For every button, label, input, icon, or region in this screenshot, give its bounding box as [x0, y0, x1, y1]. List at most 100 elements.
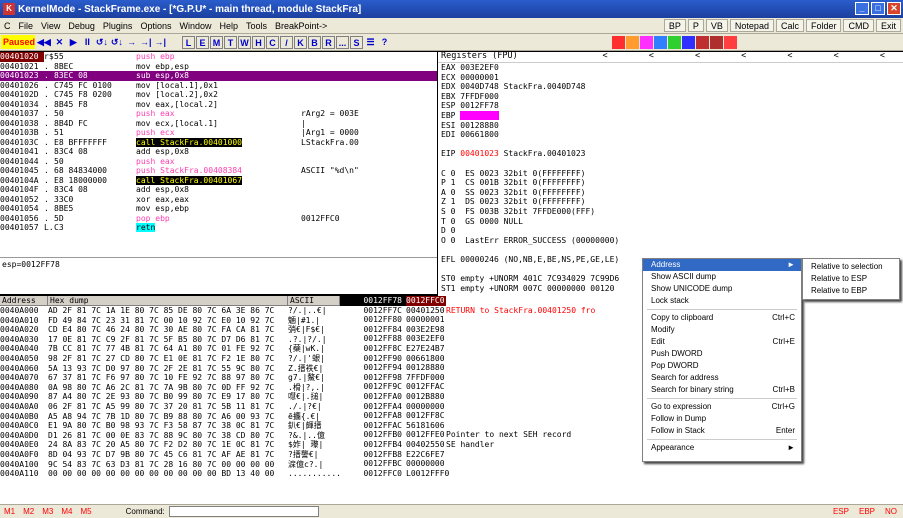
- register-row[interactable]: P 1 CS 001B 32bit 0(FFFFFFFF): [438, 178, 903, 188]
- tool-button-4[interactable]: Calc: [775, 19, 804, 32]
- dump-row[interactable]: 0040A030 17 0E 81 7C C9 2F 81 7C 5F B5 80…: [0, 335, 340, 345]
- stack-row[interactable]: 0012FF94 00128880: [340, 363, 903, 373]
- debug-button-3[interactable]: II: [81, 36, 94, 49]
- stack-row[interactable]: 0012FFA0 0012B880: [340, 392, 903, 402]
- stack-row[interactable]: 0012FF88 003E2EF0: [340, 334, 903, 344]
- disasm-row[interactable]: 00401026. C745 FC 0100 mov [local.1],0x1: [0, 81, 437, 91]
- minimize-button[interactable]: _: [855, 2, 869, 15]
- menu-item-3[interactable]: Debug: [64, 21, 99, 31]
- tool-button-2[interactable]: VB: [705, 19, 728, 32]
- context-item-push-dword[interactable]: Push DWORD: [643, 348, 801, 360]
- window-button-8[interactable]: K: [294, 35, 307, 49]
- dump-col-hex[interactable]: Hex dump: [48, 296, 288, 305]
- debug-button-1[interactable]: ✕: [53, 36, 66, 49]
- window-button-5[interactable]: H: [252, 35, 265, 49]
- menu-item-2[interactable]: View: [37, 21, 64, 31]
- color-tool-3[interactable]: [654, 35, 667, 49]
- menu-item-4[interactable]: Plugins: [99, 21, 137, 31]
- register-row[interactable]: EAX 003E2EF0: [438, 63, 903, 73]
- register-row[interactable]: O 0 LastErr ERROR_SUCCESS (00000000): [438, 236, 903, 246]
- window-button-1[interactable]: E: [196, 35, 209, 49]
- stack-row[interactable]: 0012FF98 7FFDF000: [340, 373, 903, 383]
- color-tool-2[interactable]: [640, 35, 653, 49]
- stack-row[interactable]: 0012FFA8 0012FF8C: [340, 411, 903, 421]
- stack-row[interactable]: 0012FFB0 0012FFE0 Pointer to next SEH reco…: [340, 430, 903, 440]
- window-button-4[interactable]: W: [238, 35, 251, 49]
- debug-button-6[interactable]: →: [125, 36, 138, 49]
- color-tool-5[interactable]: [682, 35, 695, 49]
- tool-button-5[interactable]: Folder: [805, 19, 842, 32]
- register-row[interactable]: EIP 00401023 StackFra.00401023: [438, 149, 903, 159]
- context-item-modify[interactable]: Modify: [643, 324, 801, 336]
- dump-row[interactable]: 0040A020 CD E4 80 7C 46 24 80 7C 30 AE 80…: [0, 325, 340, 335]
- window-button-2[interactable]: M: [210, 35, 223, 49]
- register-row[interactable]: ESP 0012FF78: [438, 101, 903, 111]
- color-tool-6[interactable]: [696, 35, 709, 49]
- dump-col-address[interactable]: Address: [0, 296, 48, 305]
- dump-row[interactable]: 0040A000 AD 2F 81 7C 1A 1E 80 7C 85 DE 80…: [0, 306, 340, 316]
- window-button-12[interactable]: S: [350, 35, 363, 49]
- window-button-11[interactable]: ...: [336, 35, 349, 49]
- submenu-item-1[interactable]: Relative to ESP: [803, 273, 899, 285]
- tool-button-0[interactable]: BP: [663, 19, 686, 32]
- context-item-search-for-address[interactable]: Search for address: [643, 372, 801, 384]
- extra-button-1[interactable]: ?: [378, 36, 391, 49]
- dump-row[interactable]: 0040A0D0 D1 26 81 7C 00 0E 83 7C 88 9C 80…: [0, 431, 340, 441]
- debug-button-0[interactable]: ◀◀: [36, 36, 52, 49]
- context-item-follow-in-dump[interactable]: Follow in Dump: [643, 413, 801, 425]
- dump-row[interactable]: 0040A0A0 06 2F 81 7C A5 99 80 7C 37 20 81…: [0, 402, 340, 412]
- tool-button-7[interactable]: Exit: [875, 19, 901, 32]
- disasm-row[interactable]: 0040103C. E8 BFFFFFFF call StackFra.004010…: [0, 137, 437, 148]
- marker-3[interactable]: M4: [61, 507, 72, 516]
- disasm-row[interactable]: 00401056. 5D pop ebp 0012FFC0: [0, 214, 437, 224]
- debug-button-2[interactable]: ▶: [67, 36, 80, 49]
- submenu-item-0[interactable]: Relative to selection: [803, 261, 899, 273]
- register-row[interactable]: S 0 FS 003B 32bit 7FFDE000(FFF): [438, 207, 903, 217]
- debug-button-4[interactable]: ↺↓: [95, 36, 109, 49]
- tool-button-1[interactable]: P: [687, 19, 704, 32]
- stack-row[interactable]: 0012FF7C 00401250 RETURN to StackFra.00401…: [340, 306, 903, 316]
- hex-dump-pane[interactable]: Address Hex dump ASCII 0040A000 AD 2F 81 …: [0, 296, 340, 504]
- stack-row[interactable]: 0012FF84 003E2E98: [340, 325, 903, 335]
- disassembly-pane[interactable]: 00401020 r$ 55 push ebp 00401021. 8BEC mov ebp…: [0, 52, 437, 257]
- color-tool-1[interactable]: [626, 35, 639, 49]
- context-item-go-to-expression[interactable]: Go to expression Ctrl+G: [643, 401, 801, 413]
- disasm-row[interactable]: 00401041. 83C4 08 add esp,0x8: [0, 147, 437, 157]
- menu-item-5[interactable]: Options: [136, 21, 175, 31]
- context-item-follow-in-stack[interactable]: Follow in Stack Enter: [643, 425, 801, 437]
- stack-row[interactable]: 0012FFBC 00000000: [340, 459, 903, 469]
- dump-col-ascii[interactable]: ASCII: [288, 296, 340, 305]
- register-row[interactable]: C 0 ES 0023 32bit 0(FFFFFFFF): [438, 169, 903, 179]
- color-tool-8[interactable]: [724, 35, 737, 49]
- menu-item-0[interactable]: C: [0, 21, 15, 31]
- dump-row[interactable]: 0040A070 67 37 81 7C F6 97 80 7C 10 FE 92…: [0, 373, 340, 383]
- disasm-row[interactable]: 0040104A. E8 18000000 call StackFra.004010…: [0, 175, 437, 186]
- disasm-row[interactable]: 0040103B. 51 push ecx |Arg1 = 0000: [0, 128, 437, 138]
- register-row[interactable]: A 0 SS 0023 32bit 0(FFFFFFFF): [438, 188, 903, 198]
- window-button-7[interactable]: /: [280, 35, 293, 49]
- window-button-10[interactable]: R: [322, 35, 335, 49]
- register-row[interactable]: EDI 00661800: [438, 130, 903, 140]
- context-item-address[interactable]: Address ►: [643, 259, 801, 271]
- dump-row[interactable]: 0040A0F0 8D 04 93 7C D7 9B 80 7C 45 C6 81…: [0, 450, 340, 460]
- stack-row[interactable]: 0012FF9C 0012FFAC: [340, 382, 903, 392]
- stack-row[interactable]: 0012FFA4 00000000: [340, 402, 903, 412]
- stack-row[interactable]: 0012FFC0 L0012FFF0: [340, 469, 903, 479]
- marker-4[interactable]: M5: [81, 507, 92, 516]
- dump-row[interactable]: 0040A100 9C 54 83 7C 63 D3 81 7C 28 16 80…: [0, 460, 340, 470]
- disasm-row[interactable]: 00401034. 8B45 F8 mov eax,[local.2]: [0, 100, 437, 110]
- debug-button-7[interactable]: →|: [139, 36, 153, 49]
- context-item-copy-to-clipboard[interactable]: Copy to clipboard Ctrl+C: [643, 312, 801, 324]
- disasm-row[interactable]: 00401045. 68 84834000 push StackFra.004083…: [0, 166, 437, 176]
- window-button-9[interactable]: B: [308, 35, 321, 49]
- disasm-row[interactable]: 00401054. 8BE5 mov esp,ebp: [0, 204, 437, 214]
- stack-row[interactable]: 0012FF80 00000001: [340, 315, 903, 325]
- dump-row[interactable]: 0040A110 00 00 00 00 00 00 00 00 00 00 00…: [0, 469, 340, 479]
- disasm-row[interactable]: 0040102D. C745 F8 0200 mov [local.2],0x2: [0, 90, 437, 100]
- stack-row[interactable]: 0012FFB8 E22C6FE7: [340, 450, 903, 460]
- color-tool-7[interactable]: [710, 35, 723, 49]
- marker-2[interactable]: M3: [42, 507, 53, 516]
- register-row[interactable]: EBX 7FFDF000: [438, 92, 903, 102]
- disasm-row[interactable]: 0040104F. 83C4 08 add esp,0x8: [0, 185, 437, 195]
- register-nav-arrows[interactable]: < < < < < < <: [602, 52, 903, 62]
